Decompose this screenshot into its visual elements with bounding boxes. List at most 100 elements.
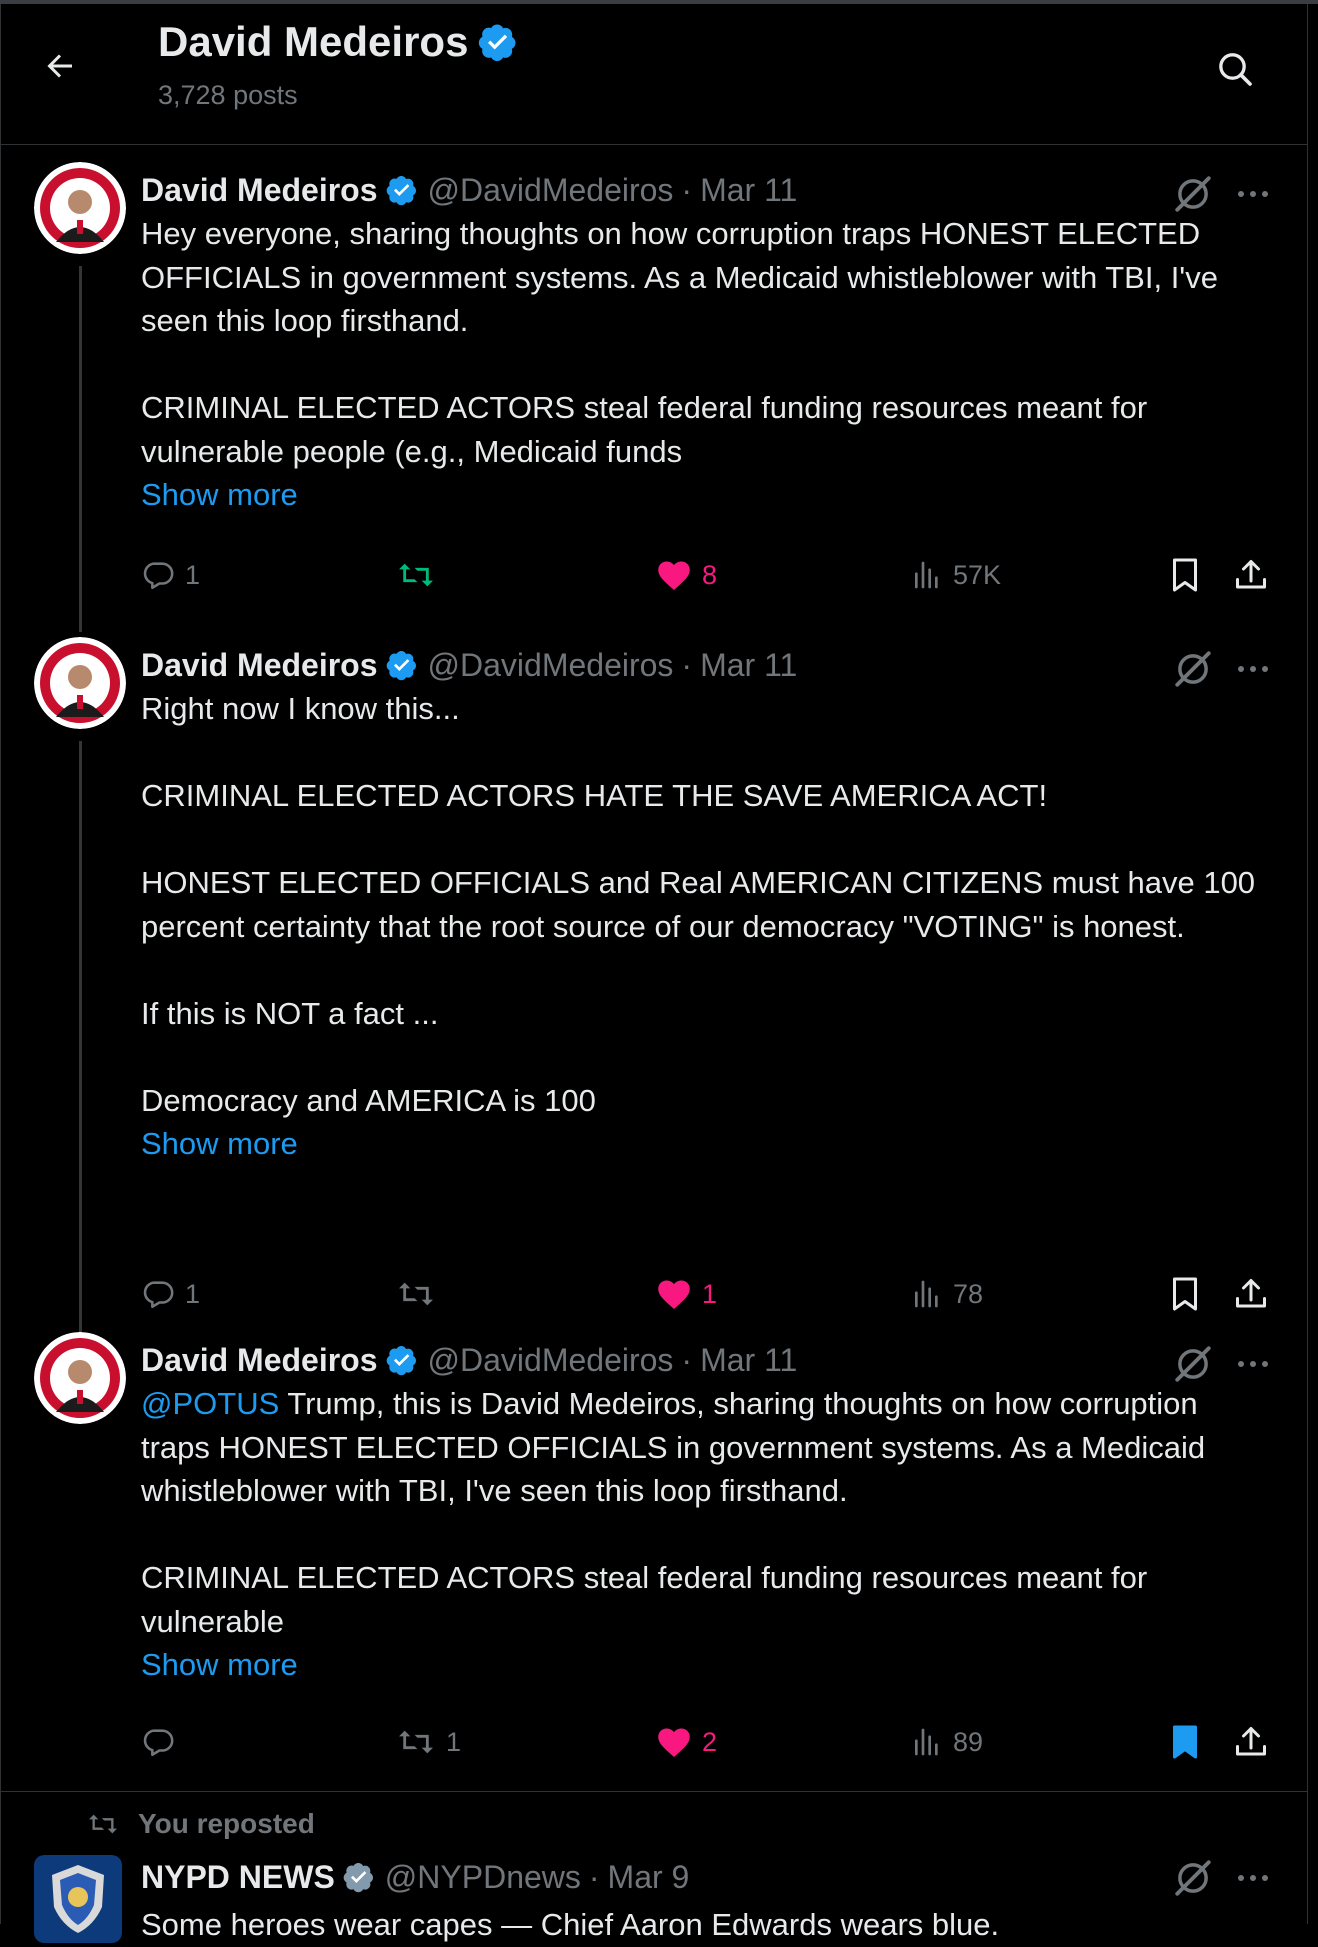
reply-button[interactable]: 1 (141, 550, 200, 600)
avatar[interactable] (34, 1855, 122, 1943)
repost-button[interactable]: 1 (396, 1717, 461, 1767)
thread-line (79, 741, 82, 1335)
views-icon (915, 1728, 938, 1756)
bookmark-icon (1173, 1725, 1197, 1759)
post-text: Hey everyone, sharing thoughts on how co… (141, 216, 1218, 469)
repost-button[interactable] (396, 1269, 446, 1319)
page-title: David Medeiros (158, 18, 518, 66)
share-icon (1236, 1279, 1266, 1308)
avatar[interactable] (34, 162, 126, 254)
show-more-link[interactable]: Show more (141, 1643, 1271, 1687)
avatar[interactable] (34, 637, 126, 729)
post-header: NYPD NEWS @NYPDnews · Mar 9 (141, 1855, 1271, 1899)
bookmark-button[interactable] (1163, 1717, 1207, 1767)
author-name[interactable]: David Medeiros (141, 647, 378, 684)
share-button[interactable] (1229, 1717, 1273, 1767)
like-count: 1 (702, 1278, 718, 1309)
post-actions: 1 1 78 (141, 1269, 1281, 1319)
repost-label-text[interactable]: You reposted (138, 1808, 315, 1840)
views-button[interactable]: 57K (911, 550, 1001, 600)
post-date[interactable]: Mar 9 (608, 1859, 690, 1896)
author-name[interactable]: NYPD NEWS (141, 1859, 335, 1896)
thread-line (79, 266, 82, 632)
author-handle[interactable]: @DavidMedeiros (428, 1342, 674, 1379)
back-button[interactable] (38, 44, 82, 88)
view-count: 57K (953, 559, 1002, 590)
separator: · (681, 171, 693, 208)
post-divider (0, 1791, 1308, 1792)
post-date[interactable]: Mar 11 (700, 647, 797, 684)
avatar[interactable] (34, 1332, 126, 1424)
author-handle[interactable]: @DavidMedeiros (428, 172, 674, 209)
reply-button[interactable]: 1 (141, 1269, 200, 1319)
repost-button[interactable] (396, 550, 446, 600)
share-button[interactable] (1229, 1269, 1273, 1319)
reply-icon (143, 562, 174, 590)
repost-indicator: You reposted (86, 1808, 315, 1840)
author-handle[interactable]: @DavidMedeiros (428, 647, 674, 684)
more-icon[interactable] (1232, 1857, 1274, 1899)
verified-badge-icon (386, 1346, 416, 1376)
reply-count: 1 (185, 559, 201, 590)
back-arrow-icon (47, 54, 72, 78)
show-more-link[interactable]: Show more (141, 1122, 1271, 1166)
author-name[interactable]: David Medeiros (141, 172, 378, 209)
post-header: David Medeiros @DavidMedeiros · Mar 11 (141, 1340, 1271, 1380)
bookmark-button[interactable] (1163, 1269, 1207, 1319)
like-button[interactable]: 1 (656, 1269, 717, 1319)
post-text: @POTUS Trump, this is David Medeiros, sh… (141, 1382, 1271, 1643)
post-text: Some heroes wear capes — Chief Aaron Edw… (141, 1907, 1000, 1942)
heart-icon (658, 1728, 690, 1757)
bookmark-icon (1173, 1277, 1197, 1311)
grok-icon[interactable] (1172, 1857, 1214, 1899)
separator: · (588, 1858, 600, 1895)
view-count: 89 (953, 1726, 984, 1757)
like-count: 8 (702, 559, 718, 590)
repost-icon (399, 563, 433, 587)
more-icon[interactable] (1232, 648, 1274, 690)
post-date[interactable]: Mar 11 (700, 172, 797, 209)
more-icon[interactable] (1232, 1343, 1274, 1385)
post-text-body: Trump, this is David Medeiros, sharing t… (141, 1386, 1206, 1639)
views-button[interactable]: 89 (911, 1717, 983, 1767)
view-count: 78 (953, 1278, 984, 1309)
post-text: Right now I know this... CRIMINAL ELECTE… (141, 691, 1256, 1118)
reply-button[interactable] (141, 1717, 185, 1767)
reply-icon (143, 1281, 174, 1309)
show-more-link[interactable]: Show more (141, 473, 1271, 517)
verified-badge-icon (343, 1863, 373, 1893)
post-header: David Medeiros @DavidMedeiros · Mar 11 (141, 645, 1271, 685)
post-actions: 1 2 89 (141, 1717, 1281, 1767)
views-button[interactable]: 78 (911, 1269, 983, 1319)
bookmark-icon (1173, 558, 1197, 592)
like-button[interactable]: 8 (656, 550, 717, 600)
mention-link[interactable]: @POTUS (141, 1386, 279, 1421)
author-name[interactable]: David Medeiros (141, 1342, 378, 1379)
post-date[interactable]: Mar 11 (700, 1342, 797, 1379)
profile-name: David Medeiros (158, 18, 469, 65)
post-actions: 1 8 57K (141, 550, 1281, 600)
search-button[interactable] (1210, 44, 1260, 94)
grok-icon[interactable] (1172, 1343, 1214, 1385)
separator: · (681, 646, 693, 683)
bookmark-button[interactable] (1163, 550, 1207, 600)
repost-icon (89, 1814, 117, 1834)
post-count: 3,728 posts (158, 80, 298, 110)
reply-icon (143, 1729, 174, 1757)
heart-icon (658, 561, 690, 590)
grok-icon[interactable] (1172, 648, 1214, 690)
author-handle[interactable]: @NYPDnews (385, 1859, 581, 1896)
repost-icon (399, 1282, 433, 1306)
grok-icon[interactable] (1172, 173, 1214, 215)
repost-count: 1 (446, 1726, 462, 1757)
verified-badge-icon (479, 24, 516, 62)
share-button[interactable] (1229, 550, 1273, 600)
like-button[interactable]: 2 (656, 1717, 717, 1767)
share-icon (1236, 1727, 1266, 1756)
heart-icon (658, 1280, 690, 1309)
search-icon (1219, 53, 1252, 86)
views-icon (915, 561, 938, 589)
separator: · (681, 1341, 693, 1378)
more-icon[interactable] (1232, 173, 1274, 215)
post-header: David Medeiros @DavidMedeiros · Mar 11 (141, 170, 1271, 210)
